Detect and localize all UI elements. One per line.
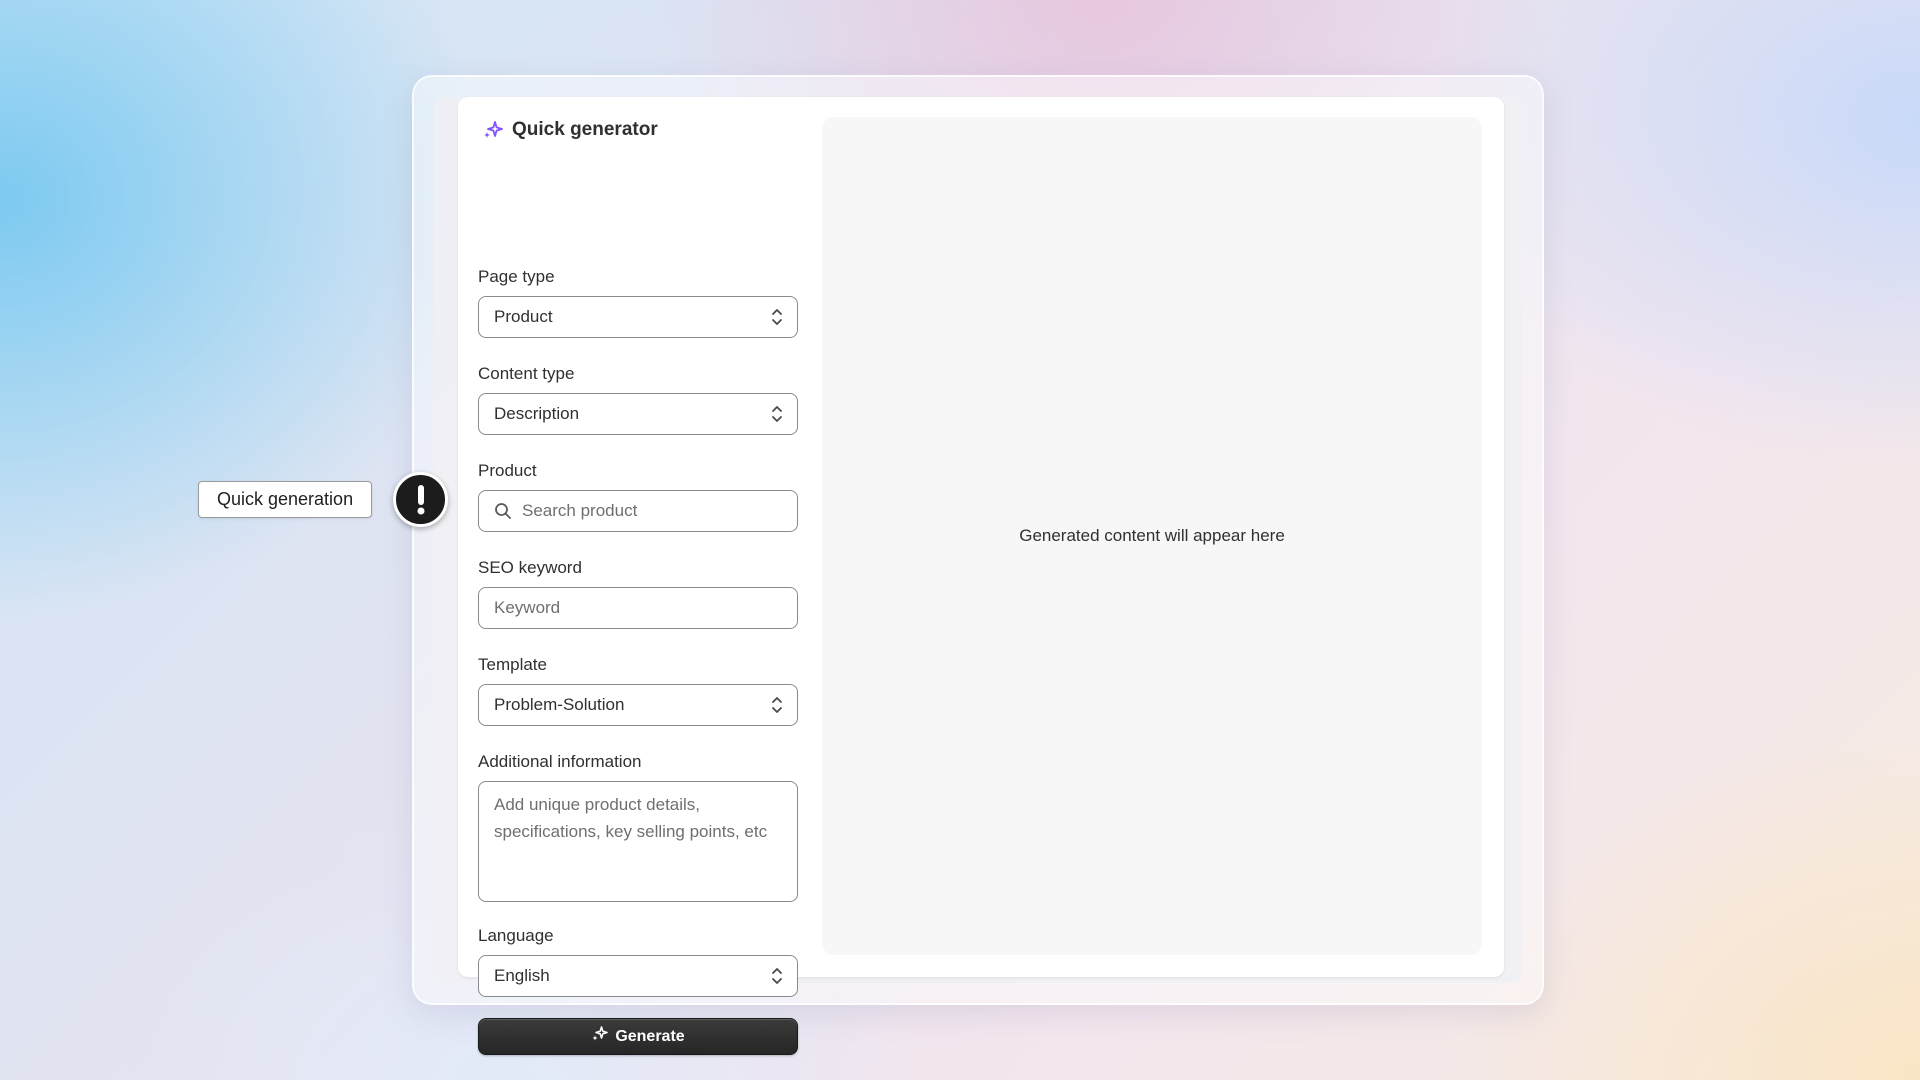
select-chevrons-icon [771, 404, 783, 424]
content-type-value: Description [494, 404, 580, 423]
annotation-label: Quick generation [198, 481, 373, 518]
sparkle-icon [482, 119, 504, 141]
product-search-input[interactable]: Search product [478, 490, 798, 532]
select-chevrons-icon [771, 307, 783, 327]
page-type-select[interactable]: Product [478, 296, 798, 338]
page-type-value: Product [494, 307, 553, 326]
app-frame-inner: Quick generator Page type Product Conten… [434, 97, 1522, 1055]
content-type-select[interactable]: Description [478, 393, 798, 435]
select-chevrons-icon [771, 695, 783, 715]
template-value: Problem-Solution [494, 695, 625, 714]
generator-header: Quick generator [482, 119, 658, 141]
template-select[interactable]: Problem-Solution [478, 684, 798, 726]
language-value: English [494, 966, 550, 985]
product-label: Product [478, 461, 537, 480]
search-icon [494, 502, 522, 520]
seo-keyword-placeholder: Keyword [494, 598, 561, 617]
exclamation-icon[interactable] [393, 472, 448, 527]
seo-keyword-label: SEO keyword [478, 558, 582, 577]
app-frame: Quick generator Page type Product Conten… [412, 75, 1544, 1055]
additional-info-label: Additional information [478, 752, 642, 771]
generate-button[interactable]: Generate [478, 1018, 798, 1055]
product-search-placeholder: Search product [522, 501, 638, 520]
language-label: Language [478, 926, 554, 945]
page-type-label: Page type [478, 267, 555, 286]
language-select[interactable]: English [478, 955, 798, 997]
page-title: Quick generator [512, 119, 658, 140]
preview-empty-text: Generated content will appear here [1019, 526, 1285, 545]
generator-card: Quick generator Page type Product Conten… [458, 97, 1504, 1055]
select-chevrons-icon [771, 966, 783, 986]
content-type-label: Content type [478, 364, 575, 383]
sparkle-icon [591, 1025, 609, 1048]
generate-button-label: Generate [615, 1027, 685, 1045]
seo-keyword-input[interactable]: Keyword [478, 587, 798, 629]
template-label: Template [478, 655, 547, 674]
additional-info-textarea[interactable]: Add unique product details, specificatio… [478, 781, 798, 902]
additional-info-placeholder: Add unique product details, specificatio… [494, 795, 768, 841]
preview-panel: Generated content will appear here [822, 117, 1482, 955]
